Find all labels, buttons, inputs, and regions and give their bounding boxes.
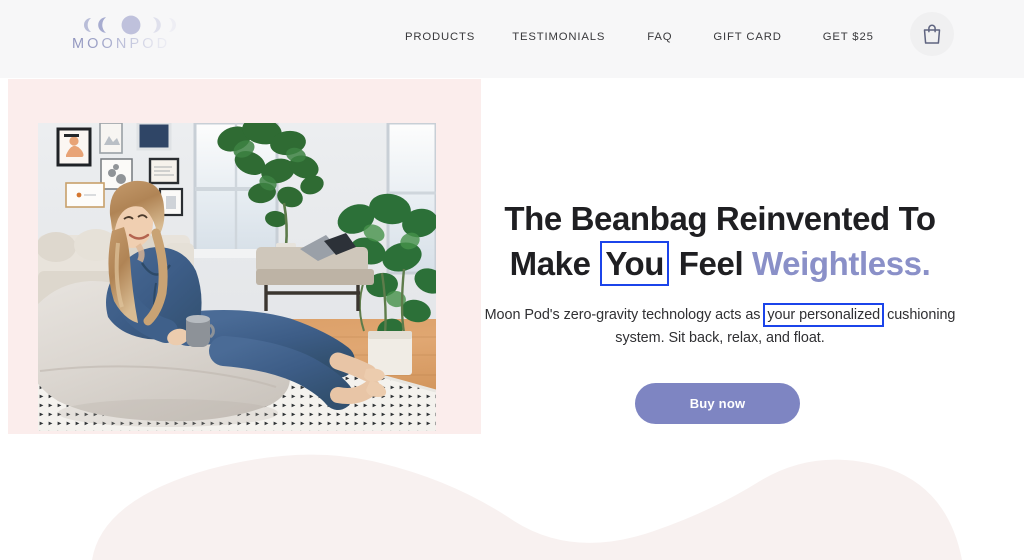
nav-item-products[interactable]: PRODUCTS — [405, 27, 475, 47]
main-nav: PRODUCTS TESTIMONIALS FAQ GIFT CARD GET $25 — [405, 27, 874, 47]
shopping-bag-icon — [923, 24, 941, 44]
nav-item-faq[interactable]: FAQ — [647, 27, 672, 47]
hero-subcopy: Moon Pod's zero-gravity technology acts … — [460, 303, 980, 349]
headline-line-2-a: Make — [509, 245, 600, 282]
nav-item-get-25[interactable]: GET $25 — [823, 27, 874, 47]
headline-line-2-b: Feel — [670, 245, 752, 282]
headline-boxed-you: You — [600, 241, 670, 286]
hero-image — [38, 123, 436, 431]
logo-wordmark: MOONPOD — [72, 36, 190, 52]
logo[interactable]: MOONPOD — [72, 12, 190, 60]
site-header: MOONPOD PRODUCTS TESTIMONIALS FAQ GIFT CARD… — [0, 0, 1024, 78]
page-root: MOONPOD PRODUCTS TESTIMONIALS FAQ GIFT CARD… — [0, 0, 1024, 560]
buy-now-button[interactable]: Buy now — [635, 383, 800, 424]
moon-phases-icon — [84, 15, 176, 35]
nav-item-testimonials[interactable]: TESTIMONIALS — [512, 27, 605, 47]
headline-line-1: The Beanbag Reinvented To — [504, 200, 936, 237]
nav-item-gift-card[interactable]: GIFT CARD — [713, 27, 781, 47]
headline-accent-weightless: Weightless. — [752, 245, 931, 282]
cart-button[interactable] — [910, 12, 954, 56]
decorative-wave — [92, 454, 962, 560]
hero-copy: The Beanbag Reinvented To Make You Feel … — [460, 196, 980, 424]
hero-headline: The Beanbag Reinvented To Make You Feel … — [460, 196, 980, 286]
subcopy-part-1: Moon Pod's zero-gravity technology acts … — [484, 307, 765, 323]
subcopy-boxed-personalized: your personalized — [763, 303, 885, 327]
